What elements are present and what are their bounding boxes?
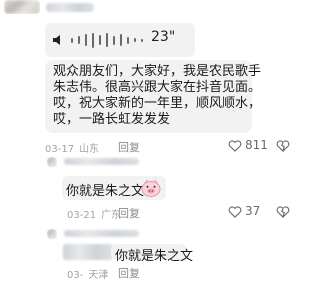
reply-text: 你就是朱之文 <box>66 184 145 199</box>
reply-location: 天津 <box>88 270 109 281</box>
comment-meta: 03-17 山东 <box>45 140 99 155</box>
reply-meta: 03-21 广东 <box>67 206 121 221</box>
comment-text-line: 哎，祝大家新的一年里，顺风顺水， <box>53 96 262 111</box>
avatar[interactable] <box>47 157 57 167</box>
heart-icon <box>228 139 242 152</box>
reply-media-blurred[interactable] <box>63 244 113 260</box>
comment-text-line: 观众朋友们，大家好，我是农民歌手 <box>53 64 262 79</box>
comment-text-bubble[interactable]: 观众朋友们，大家好，我是农民歌手 朱志伟。很高兴跟大家在抖音见面。 哎，祝大家新… <box>45 60 261 133</box>
username-blurred[interactable] <box>64 158 139 165</box>
reply-button[interactable]: 回复 <box>118 265 140 281</box>
reply-date: 03- <box>67 270 84 281</box>
voice-message[interactable]: 23" <box>45 23 195 57</box>
reply-meta: 03- 天津 <box>67 266 108 281</box>
avatar[interactable] <box>47 229 57 239</box>
username-blurred[interactable] <box>46 3 94 12</box>
pig-face-emoji-icon <box>141 179 161 197</box>
reply-button[interactable]: 回复 <box>118 205 140 221</box>
broken-heart-icon[interactable] <box>276 139 290 152</box>
reply-button[interactable]: 回复 <box>118 139 140 155</box>
like-button[interactable]: 37 <box>228 204 260 218</box>
speaker-icon <box>53 35 60 45</box>
avatar[interactable] <box>4 0 40 14</box>
broken-heart-icon[interactable] <box>276 205 290 218</box>
like-count: 811 <box>245 138 268 152</box>
comment-location: 山东 <box>79 144 100 155</box>
like-button[interactable]: 811 <box>228 138 268 152</box>
heart-icon <box>228 205 242 218</box>
comment-date: 03-17 <box>45 144 75 155</box>
like-count: 37 <box>245 204 261 218</box>
reply-text: 你就是朱之文 <box>115 249 194 264</box>
comment-text-line: 朱志伟。很高兴跟大家在抖音见面。 <box>53 80 262 95</box>
username-blurred[interactable] <box>64 230 139 237</box>
voice-duration: 23" <box>151 29 176 45</box>
waveform <box>71 31 143 49</box>
comment-text-line: 哎，一路长虹发发发 <box>53 112 171 127</box>
reply-date: 03-21 <box>67 210 97 221</box>
